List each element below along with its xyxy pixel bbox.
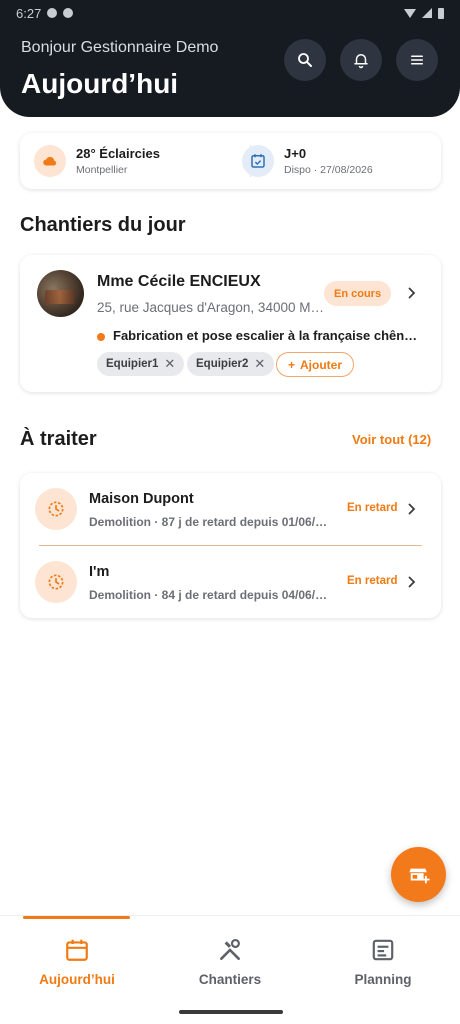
section-title-chantiers: Chantiers du jour bbox=[20, 214, 186, 236]
page-title: Aujourd’hui bbox=[21, 68, 179, 99]
chantier-card[interactable]: Mme Cécile ENCIEUX 25, rue Jacques d'Ara… bbox=[20, 255, 441, 392]
clock-icon-badge bbox=[35, 488, 77, 530]
search-icon bbox=[298, 53, 312, 67]
search-button[interactable] bbox=[284, 39, 326, 81]
tools-icon bbox=[220, 938, 240, 960]
section-title-todo: À traiter bbox=[20, 428, 97, 450]
clock-late-icon bbox=[48, 574, 64, 590]
wifi-icon bbox=[404, 8, 416, 18]
close-icon[interactable]: ✕ bbox=[254, 356, 265, 372]
chevron-right-icon[interactable] bbox=[406, 287, 418, 299]
notification-dot-icon bbox=[63, 8, 74, 18]
menu-button[interactable] bbox=[396, 39, 438, 81]
calendar-icon bbox=[66, 939, 88, 961]
signal-icon bbox=[422, 8, 432, 18]
notification-dot-icon bbox=[47, 8, 58, 18]
team-chip: Equipier2 ✕ bbox=[187, 352, 275, 376]
planning-icon bbox=[372, 939, 394, 961]
weather-location: Montpellier bbox=[76, 164, 128, 176]
tab-label: Planning bbox=[354, 972, 412, 987]
status-time: 6:27 bbox=[16, 5, 42, 21]
todo-title: Maison Dupont bbox=[89, 491, 194, 507]
dispo-icon-badge bbox=[242, 145, 274, 177]
dispo-title: J+0 bbox=[284, 146, 307, 161]
weather-icon-badge bbox=[34, 145, 66, 177]
tab-label: Aujourd’hui bbox=[39, 972, 115, 987]
task-description: Fabrication et pose escalier à la frança… bbox=[113, 328, 418, 343]
team-chip-label: Equipier1 bbox=[106, 358, 159, 370]
bottom-navigation: Aujourd’hui Chantiers Planning bbox=[0, 915, 460, 1024]
divider bbox=[39, 545, 422, 546]
add-team-button[interactable]: + Ajouter bbox=[276, 352, 355, 377]
chevron-right-icon bbox=[408, 503, 416, 515]
app-header: 6:27 Bonjour Gestionnaire Demo Aujourd’h… bbox=[0, 0, 460, 117]
home-indicator[interactable] bbox=[179, 1010, 283, 1014]
cloud-icon bbox=[43, 157, 57, 166]
clock-late-icon bbox=[48, 501, 64, 517]
active-tab-indicator bbox=[23, 916, 130, 919]
battery-icon bbox=[438, 7, 444, 19]
see-all-link[interactable]: Voir tout (12) bbox=[352, 432, 431, 447]
team-chip: Equipier1 ✕ bbox=[97, 352, 185, 376]
tab-chantiers[interactable]: Chantiers bbox=[160, 937, 300, 987]
store-add-icon bbox=[408, 868, 430, 883]
dispo-date: Dispo · 27/08/2026 bbox=[284, 164, 373, 176]
todo-card: Maison Dupont Demolition · 87 j de retar… bbox=[20, 473, 441, 618]
late-badge: En retard bbox=[347, 575, 398, 587]
task-status-dot bbox=[97, 333, 105, 341]
notifications-button[interactable] bbox=[340, 39, 382, 81]
todo-subtitle: Demolition · 87 j de retard depuis 01/06… bbox=[89, 515, 328, 529]
add-team-label: Ajouter bbox=[300, 357, 343, 372]
add-chantier-fab[interactable] bbox=[391, 847, 446, 902]
plus-icon: + bbox=[288, 357, 296, 372]
menu-icon bbox=[411, 55, 423, 65]
tab-planning[interactable]: Planning bbox=[313, 937, 453, 987]
close-icon[interactable]: ✕ bbox=[164, 356, 175, 372]
tab-aujourdhui[interactable]: Aujourd’hui bbox=[7, 937, 147, 987]
todo-title: I'm bbox=[89, 564, 110, 580]
client-name: Mme Cécile ENCIEUX bbox=[97, 273, 261, 290]
chevron-right-icon bbox=[408, 576, 416, 588]
tab-label: Chantiers bbox=[198, 972, 262, 987]
clock-icon-badge bbox=[35, 561, 77, 603]
greeting-text: Bonjour Gestionnaire Demo bbox=[21, 39, 219, 56]
bell-icon bbox=[354, 54, 368, 69]
todo-subtitle: Demolition · 84 j de retard depuis 04/06… bbox=[89, 588, 328, 602]
team-chip-label: Equipier2 bbox=[196, 358, 249, 370]
late-badge: En retard bbox=[347, 502, 398, 514]
avatar bbox=[37, 270, 84, 317]
calendar-check-icon bbox=[251, 154, 265, 168]
info-card: 28° Éclaircies Montpellier J+0 Dispo · 2… bbox=[20, 133, 441, 189]
client-address: 25, rue Jacques d'Aragon, 34000 M… bbox=[97, 300, 324, 315]
status-bar: 6:27 bbox=[0, 0, 460, 26]
status-badge: En cours bbox=[324, 281, 392, 306]
weather-title: 28° Éclaircies bbox=[76, 146, 160, 161]
